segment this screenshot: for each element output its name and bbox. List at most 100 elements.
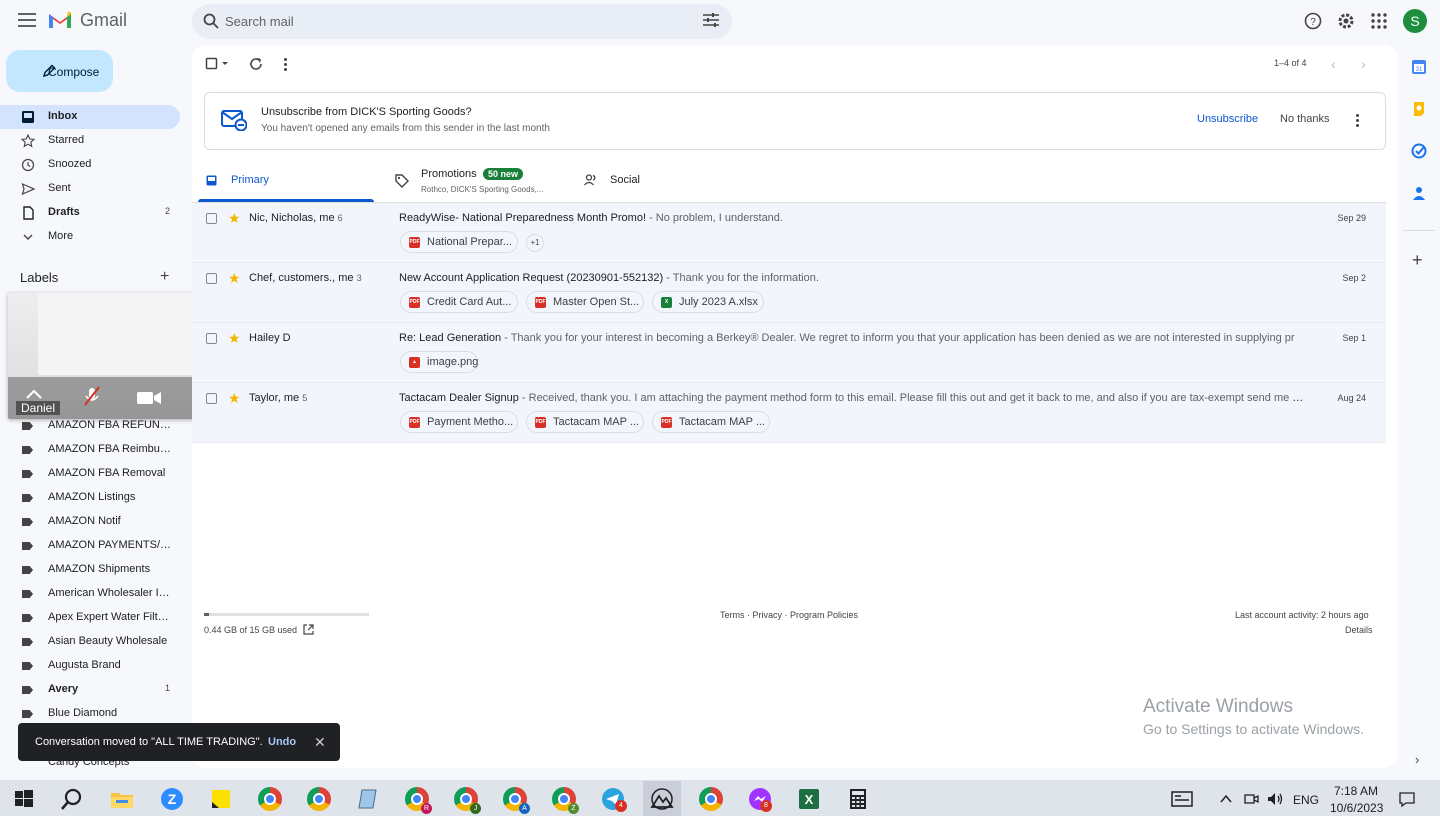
row-checkbox[interactable] [206, 213, 217, 224]
email-row[interactable]: ★ Taylor, me 5 Tactacam Dealer Signup - Re… [192, 383, 1386, 443]
zoom-icon[interactable]: Z [160, 787, 184, 811]
older-page-chevron-right-icon[interactable]: › [1361, 56, 1375, 72]
label-item[interactable]: AMAZON FBA Reimburs... [0, 438, 180, 462]
google-apps-icon[interactable] [1368, 10, 1390, 32]
chrome-profile-a-icon[interactable]: A [503, 787, 530, 814]
contacts-icon[interactable] [1411, 185, 1427, 201]
label-item[interactable]: AMAZON Shipments [0, 558, 180, 582]
chrome-icon[interactable] [307, 787, 331, 811]
more-attachments-button[interactable]: +1 [526, 234, 544, 252]
calculator-icon[interactable] [846, 787, 870, 811]
label-icon [22, 518, 33, 526]
label-item[interactable]: Avery 1 [0, 678, 180, 702]
attachment-chip[interactable]: PDF Payment Metho... [400, 411, 518, 433]
attachment-chip[interactable]: ▲ image.png [400, 351, 478, 373]
create-label-button[interactable]: + [160, 268, 169, 286]
starred-star-icon[interactable]: ★ [228, 210, 241, 227]
no-thanks-button[interactable]: No thanks [1280, 113, 1330, 125]
show-hidden-icons-chevron-up-icon[interactable] [1219, 792, 1233, 806]
chevron-up-icon[interactable] [24, 387, 44, 401]
label-item[interactable]: AMAZON FBA Removal [0, 462, 180, 486]
get-addons-plus-icon[interactable]: + [1412, 250, 1423, 271]
sidebar-item-drafts[interactable]: Drafts 2 [0, 201, 180, 225]
mic-off-icon[interactable] [82, 385, 102, 407]
starred-star-icon[interactable]: ★ [228, 390, 241, 407]
refresh-icon[interactable] [248, 56, 264, 72]
account-avatar[interactable]: S [1403, 9, 1427, 33]
meet-now-icon[interactable] [1243, 791, 1259, 807]
unsubscribe-button[interactable]: Unsubscribe [1197, 113, 1258, 125]
tab-primary[interactable]: Primary [198, 158, 374, 202]
close-icon[interactable]: ✕ [314, 734, 326, 751]
footer-links[interactable]: Terms · Privacy · Program Policies [720, 610, 858, 620]
label-item[interactable]: AMAZON Listings [0, 486, 180, 510]
label-icon [22, 566, 33, 574]
email-row[interactable]: ★ Nic, Nicholas, me 6 ReadyWise- National … [192, 203, 1386, 263]
email-row[interactable]: ★ Chef, customers., me 3 New Account Appli… [192, 263, 1386, 323]
notifications-icon[interactable] [1398, 790, 1416, 808]
sidebar-item-snoozed[interactable]: Snoozed [0, 153, 180, 177]
attachment-chip[interactable]: PDF Tactacam MAP ... [652, 411, 770, 433]
sidebar-item-starred[interactable]: Starred [0, 129, 180, 153]
row-checkbox[interactable] [206, 273, 217, 284]
label-item[interactable]: AMAZON PAYMENTS/SE... [0, 534, 180, 558]
chrome-profile-j-icon[interactable]: J [454, 787, 481, 814]
calendar-icon[interactable]: 31 [1411, 59, 1427, 75]
undo-button[interactable]: Undo [268, 736, 296, 748]
label-item[interactable]: Augusta Brand [0, 654, 180, 678]
camera-icon[interactable] [136, 390, 162, 406]
pagination-text: 1–4 of 4 [1274, 58, 1307, 68]
file-explorer-icon[interactable] [110, 787, 134, 811]
search-icon[interactable] [203, 13, 219, 29]
draft-icon [23, 206, 34, 220]
chrome-icon[interactable] [699, 787, 723, 811]
starred-star-icon[interactable]: ★ [228, 270, 241, 287]
starred-star-icon[interactable]: ★ [228, 330, 241, 347]
label-item[interactable]: Asian Beauty Wholesale [0, 630, 180, 654]
select-all-checkbox[interactable] [205, 56, 229, 72]
attachment-chip[interactable]: PDF Master Open St... [526, 291, 644, 313]
language-indicator[interactable]: ENG [1293, 793, 1319, 807]
external-link-icon[interactable] [303, 624, 314, 635]
settings-gear-icon[interactable] [1335, 10, 1357, 32]
search-input[interactable]: Search mail [225, 14, 294, 29]
more-options-icon[interactable] [284, 58, 288, 72]
notepad-icon[interactable] [356, 787, 380, 811]
row-checkbox[interactable] [206, 393, 217, 404]
sticky-notes-icon[interactable] [209, 787, 233, 811]
main-menu-button[interactable] [18, 13, 36, 29]
sidebar-item-more[interactable]: More [0, 225, 180, 249]
label-item[interactable]: American Wholesaler In... [0, 582, 180, 606]
attachment-chip[interactable]: PDF National Prepar... [400, 231, 518, 253]
excel-icon[interactable]: X [797, 787, 821, 811]
hide-side-panel-chevron-icon[interactable]: › [1415, 752, 1419, 767]
attachment-chip[interactable]: PDF Tactacam MAP ... [526, 411, 644, 433]
keep-icon[interactable] [1411, 101, 1427, 117]
details-link[interactable]: Details [1345, 625, 1373, 635]
chrome-profile-r-icon[interactable]: R [405, 787, 432, 814]
label-item[interactable]: Apex Expert Water Filters [0, 606, 180, 630]
chrome-profile-z-icon[interactable]: Z [552, 787, 579, 814]
sidebar-item-inbox[interactable]: Inbox [0, 105, 180, 129]
attachment-chip[interactable]: PDF Credit Card Aut... [400, 291, 518, 313]
search-options-icon[interactable] [702, 12, 720, 28]
chrome-icon[interactable] [258, 787, 282, 811]
row-checkbox[interactable] [206, 333, 217, 344]
attachment-chip[interactable]: X July 2023 A.xlsx [652, 291, 764, 313]
news-widget-icon[interactable] [1170, 787, 1194, 811]
help-icon[interactable]: ? [1302, 10, 1324, 32]
volume-icon[interactable] [1266, 791, 1284, 807]
email-row[interactable]: ★ Hailey D Re: Lead Generation - Thank yo… [192, 323, 1386, 383]
banner-more-icon[interactable] [1356, 114, 1360, 128]
tasks-icon[interactable] [1411, 143, 1427, 159]
sidebar-item-sent[interactable]: Sent [0, 177, 180, 201]
clock-time[interactable]: 7:18 AM [1334, 784, 1378, 798]
clock-date[interactable]: 10/6/2023 [1330, 801, 1383, 815]
windows-start-icon[interactable] [12, 787, 36, 811]
tab-promotions[interactable]: Promotions 50 new Rothco, DICK'S Sportin… [392, 158, 572, 202]
newer-page-chevron-left-icon[interactable]: ‹ [1331, 56, 1345, 72]
taskbar-search-icon[interactable] [60, 787, 84, 811]
tab-social[interactable]: Social [582, 158, 702, 202]
photos-icon[interactable] [650, 787, 674, 811]
label-item[interactable]: AMAZON Notif [0, 510, 180, 534]
